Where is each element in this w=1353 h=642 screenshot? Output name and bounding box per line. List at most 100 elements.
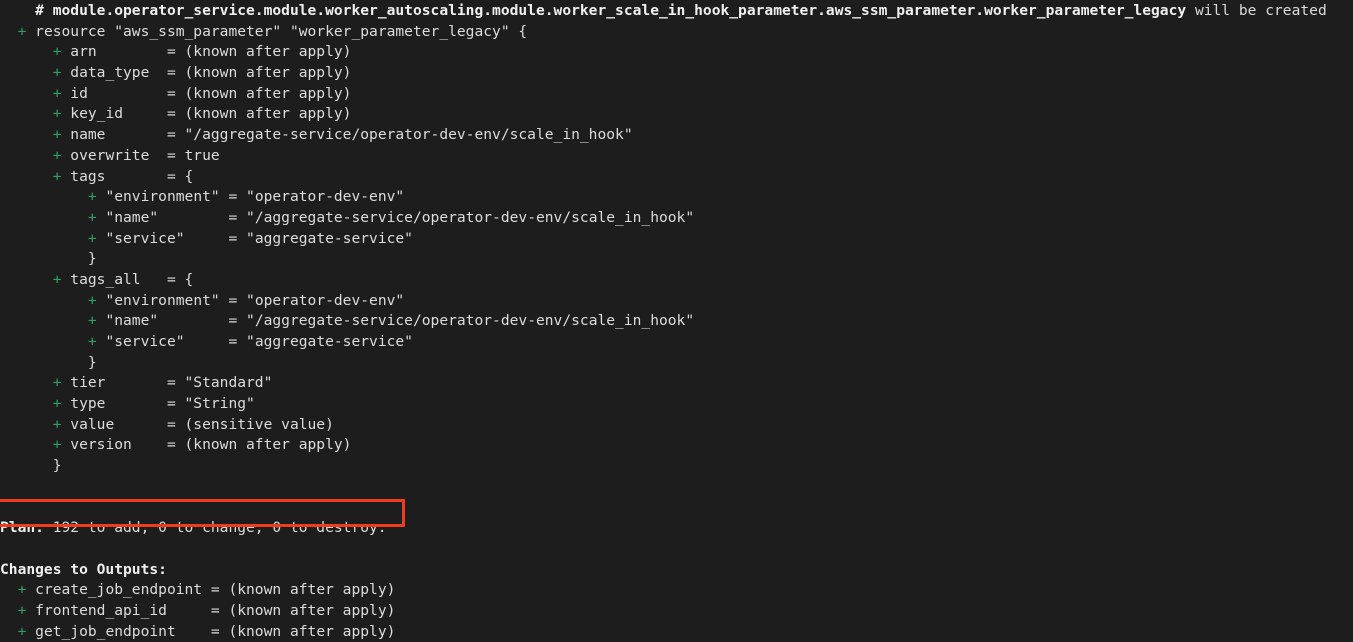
add-marker: + — [52, 395, 71, 413]
line-text: create_job_endpoint = (known after apply… — [35, 581, 396, 599]
line-text: overwrite = true — [70, 146, 220, 164]
terminal-line: + tags = { — [0, 167, 1353, 188]
terminal-line: + "service" = "aggregate-service" — [0, 332, 1353, 353]
line-text: "service" = "aggregate-service" — [105, 333, 413, 350]
add-marker: + — [87, 312, 106, 330]
terminal-line: + get_job_endpoint = (known after apply) — [0, 622, 1353, 642]
terminal-line: + data_type = (known after apply) — [0, 63, 1353, 84]
line-text: value = (sensitive value) — [70, 415, 334, 433]
line-text-emphasis: Changes to Outputs: — [0, 560, 167, 578]
line-text-emphasis: # module.operator_service.module.worker_… — [35, 2, 1187, 19]
add-marker: + — [17, 601, 36, 619]
line-text: data_type = (known after apply) — [70, 64, 352, 82]
terminal-line: Changes to Outputs: — [0, 560, 1353, 581]
add-marker: + — [17, 22, 36, 40]
terminal-line-list: # module.operator_service.module.worker_… — [0, 1, 1353, 642]
line-text-tail: 192 to add, 0 to change, 0 to destroy. — [43, 519, 387, 537]
line-text: arn = (known after apply) — [70, 43, 352, 61]
line-text: } — [87, 250, 97, 268]
terminal-line: + name = "/aggregate-service/operator-de… — [0, 125, 1353, 146]
terminal-line: + frontend_api_id = (known after apply) — [0, 601, 1353, 622]
line-text: name = "/aggregate-service/operator-dev-… — [70, 126, 633, 144]
terminal-line: + value = (sensitive value) — [0, 415, 1353, 436]
add-marker: + — [87, 229, 106, 247]
line-text: tags = { — [70, 167, 194, 185]
terminal-line: + key_id = (known after apply) — [0, 104, 1353, 125]
add-marker: + — [17, 622, 36, 640]
terminal-line: + version = (known after apply) — [0, 435, 1353, 456]
line-text: "name" = "/aggregate-service/operator-de… — [105, 312, 695, 330]
terminal-output-pane[interactable]: # module.operator_service.module.worker_… — [0, 0, 1353, 640]
add-marker: + — [17, 581, 36, 599]
terminal-line: + create_job_endpoint = (known after app… — [0, 580, 1353, 601]
terminal-line: # module.operator_service.module.worker_… — [0, 1, 1353, 22]
line-text: get_job_endpoint = (known after apply) — [35, 622, 396, 640]
line-text: tags_all = { — [70, 270, 194, 288]
add-marker: + — [52, 126, 71, 144]
terminal-line: + arn = (known after apply) — [0, 42, 1353, 63]
terminal-line: + "name" = "/aggregate-service/operator-… — [0, 311, 1353, 332]
marker-spacer — [70, 250, 88, 267]
line-text: tier = "Standard" — [70, 374, 273, 392]
add-marker: + — [87, 333, 106, 350]
terminal-line: + tags_all = { — [0, 270, 1353, 291]
terminal-line: } — [0, 249, 1353, 270]
add-marker: + — [87, 188, 106, 206]
marker-spacer — [18, 2, 36, 19]
line-text: "environment" = "operator-dev-env" — [105, 188, 405, 206]
line-text: "service" = "aggregate-service" — [105, 229, 413, 247]
line-text: key_id = (known after apply) — [70, 105, 352, 123]
line-text: } — [52, 457, 62, 475]
line-text: frontend_api_id = (known after apply) — [35, 601, 396, 619]
line-text-emphasis: Plan: — [0, 519, 44, 537]
terminal-line: Plan: 192 to add, 0 to change, 0 to dest… — [0, 518, 1353, 539]
line-text-tail: will be created — [1186, 2, 1327, 19]
line-text: "name" = "/aggregate-service/operator-de… — [105, 208, 695, 226]
add-marker: + — [87, 208, 106, 226]
terminal-line: + "name" = "/aggregate-service/operator-… — [0, 208, 1353, 229]
terminal-line: + resource "aws_ssm_parameter" "worker_p… — [0, 22, 1353, 43]
terminal-line: + tier = "Standard" — [0, 373, 1353, 394]
line-text: "environment" = "operator-dev-env" — [105, 291, 405, 309]
add-marker: + — [52, 415, 71, 433]
terminal-line: + id = (known after apply) — [0, 84, 1353, 105]
marker-spacer — [35, 457, 53, 474]
add-marker: + — [52, 84, 71, 102]
terminal-line: + overwrite = true — [0, 146, 1353, 167]
add-marker: + — [52, 167, 71, 185]
line-text: resource "aws_ssm_parameter" "worker_par… — [35, 22, 528, 40]
add-marker: + — [52, 43, 71, 61]
line-text: id = (known after apply) — [70, 84, 352, 102]
terminal-line: } — [0, 353, 1353, 374]
terminal-line: + "environment" = "operator-dev-env" — [0, 187, 1353, 208]
add-marker: + — [87, 291, 106, 309]
add-marker: + — [52, 64, 71, 82]
terminal-line: + "service" = "aggregate-service" — [0, 229, 1353, 250]
